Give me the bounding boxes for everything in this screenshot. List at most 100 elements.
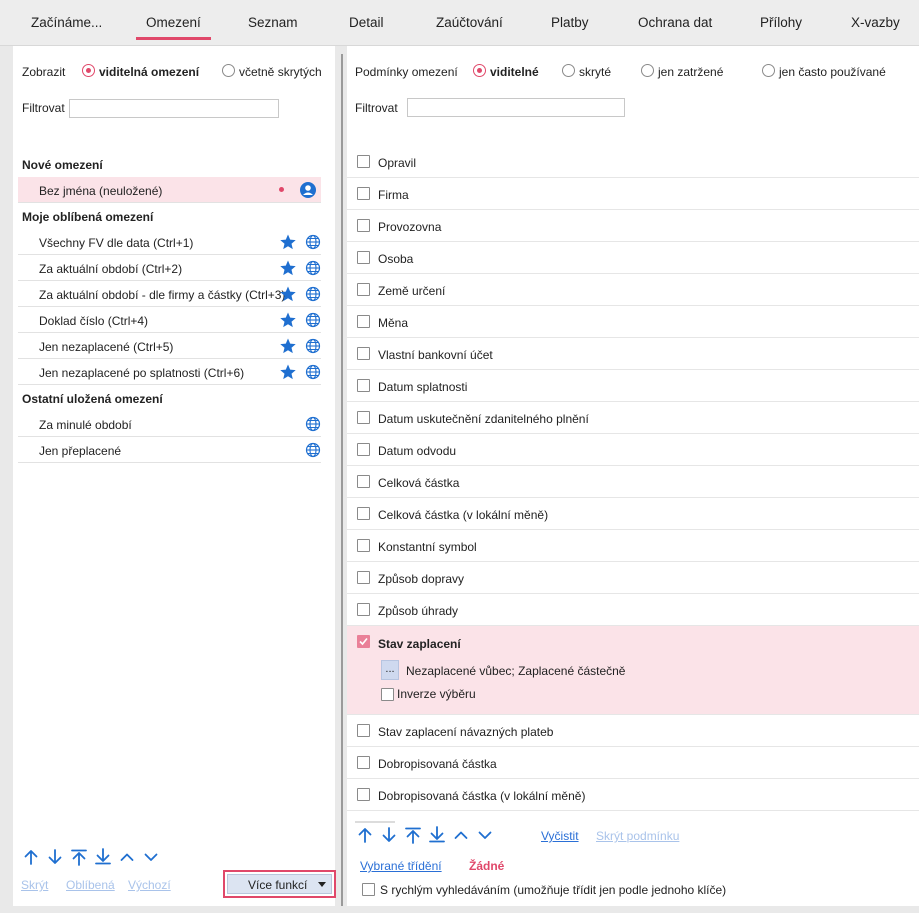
condition-checkbox[interactable]	[357, 507, 370, 520]
condition-checkbox[interactable]	[357, 571, 370, 584]
condition-checkbox[interactable]	[357, 539, 370, 552]
favorite-filter-item[interactable]: Jen nezaplacené (Ctrl+5)	[18, 333, 321, 359]
clear-button[interactable]: Vyčistit	[541, 829, 579, 843]
cond-checked-label[interactable]: jen zatržené	[658, 65, 723, 79]
other-filter-item[interactable]: Jen přeplacené	[18, 437, 321, 463]
condition-row[interactable]: Datum splatnosti	[347, 370, 919, 402]
condition-row[interactable]: Způsob dopravy	[347, 562, 919, 594]
tab-ochrana-dat[interactable]: Ochrana dat	[638, 15, 712, 30]
filter-input[interactable]	[69, 99, 279, 118]
cond-checked-radio[interactable]	[641, 64, 654, 77]
tab-detail[interactable]: Detail	[349, 15, 384, 30]
move-down-arrow-icon[interactable]	[380, 826, 398, 844]
condition-row[interactable]: Osoba	[347, 242, 919, 274]
default-button[interactable]: Výchozí	[128, 878, 171, 892]
condition-row[interactable]: Dobropisovaná částka	[347, 747, 919, 779]
show-visible-label[interactable]: viditelná omezení	[99, 65, 199, 79]
hide-button[interactable]: Skrýt	[21, 878, 48, 892]
list-item-unsaved[interactable]: Bez jména (neuložené)	[18, 177, 321, 203]
cond-hidden-label[interactable]: skryté	[579, 65, 611, 79]
globe-icon[interactable]	[304, 285, 322, 303]
condition-row[interactable]: Datum uskutečnění zdanitelného plnění	[347, 402, 919, 434]
favorite-filter-item[interactable]: Doklad číslo (Ctrl+4)	[18, 307, 321, 333]
condition-row[interactable]: Datum odvodu	[347, 434, 919, 466]
favorite-star-icon[interactable]	[279, 259, 297, 277]
globe-icon[interactable]	[304, 415, 322, 433]
other-filter-item[interactable]: Za minulé období	[18, 411, 321, 437]
hide-condition-button[interactable]: Skrýt podmínku	[596, 829, 679, 843]
globe-icon[interactable]	[304, 441, 322, 459]
move-down-arrow-icon[interactable]	[46, 848, 64, 866]
panel-splitter[interactable]	[341, 54, 343, 906]
condition-row[interactable]: Vlastní bankovní účet	[347, 338, 919, 370]
show-visible-radio[interactable]	[82, 64, 95, 77]
tab-zaciname[interactable]: Začínáme...	[31, 15, 102, 30]
condition-row[interactable]: Opravil	[347, 146, 919, 178]
tab-platby[interactable]: Platby	[551, 15, 589, 30]
favorite-filter-item[interactable]: Všechny FV dle data (Ctrl+1)	[18, 229, 321, 255]
cond-visible-label[interactable]: viditelné	[490, 65, 539, 79]
show-hidden-label[interactable]: včetně skrytých	[239, 65, 322, 79]
condition-checkbox[interactable]	[357, 347, 370, 360]
globe-icon[interactable]	[304, 233, 322, 251]
condition-row[interactable]: Celková částka (v lokální měně)	[347, 498, 919, 530]
condition-checkbox[interactable]	[357, 155, 370, 168]
condition-checkbox[interactable]	[357, 187, 370, 200]
condition-checkbox[interactable]	[357, 411, 370, 424]
chevron-down-icon[interactable]	[142, 848, 160, 866]
globe-icon[interactable]	[304, 259, 322, 277]
condition-row[interactable]: Stav zaplacení návazných plateb	[347, 715, 919, 747]
cond-frequent-label[interactable]: jen často používané	[779, 65, 886, 79]
favorite-star-icon[interactable]	[279, 337, 297, 355]
condition-row[interactable]: Země určení	[347, 274, 919, 306]
cond-filter-input[interactable]	[407, 98, 625, 117]
condition-checkbox[interactable]	[357, 756, 370, 769]
move-top-arrow-icon[interactable]	[404, 826, 422, 844]
condition-row[interactable]: Provozovna	[347, 210, 919, 242]
cond-frequent-radio[interactable]	[762, 64, 775, 77]
cond-visible-radio[interactable]	[473, 64, 486, 77]
condition-row[interactable]: Dobropisovaná částka (v lokální měně)	[347, 779, 919, 811]
move-bottom-arrow-icon[interactable]	[94, 848, 112, 866]
move-up-arrow-icon[interactable]	[22, 848, 40, 866]
chevron-up-icon[interactable]	[118, 848, 136, 866]
move-top-arrow-icon[interactable]	[70, 848, 88, 866]
move-bottom-arrow-icon[interactable]	[428, 826, 446, 844]
tab-zauctovani[interactable]: Zaúčtování	[436, 15, 503, 30]
favorite-star-icon[interactable]	[279, 285, 297, 303]
tab-seznam[interactable]: Seznam	[248, 15, 298, 30]
condition-row[interactable]: Celková částka	[347, 466, 919, 498]
condition-row[interactable]: Způsob úhrady	[347, 594, 919, 626]
favorite-star-icon[interactable]	[279, 311, 297, 329]
globe-icon[interactable]	[304, 311, 322, 329]
chevron-up-icon[interactable]	[452, 826, 470, 844]
selected-sort-link[interactable]: Vybrané třídění	[360, 859, 442, 873]
user-icon[interactable]	[299, 181, 317, 199]
condition-checkbox[interactable]	[357, 788, 370, 801]
condition-checkbox[interactable]	[357, 603, 370, 616]
move-up-arrow-icon[interactable]	[356, 826, 374, 844]
condition-checkbox[interactable]	[357, 283, 370, 296]
favorite-filter-item[interactable]: Jen nezaplacené po splatnosti (Ctrl+6)	[18, 359, 321, 385]
globe-icon[interactable]	[304, 337, 322, 355]
condition-checkbox[interactable]	[357, 251, 370, 264]
condition-row[interactable]: Firma	[347, 178, 919, 210]
condition-checkbox[interactable]	[357, 443, 370, 456]
favorite-star-icon[interactable]	[279, 233, 297, 251]
condition-checkbox[interactable]	[357, 219, 370, 232]
inverse-checkbox[interactable]	[381, 688, 394, 701]
value-picker-button[interactable]: ...	[381, 660, 399, 680]
condition-active-checkbox[interactable]	[357, 635, 370, 648]
globe-icon[interactable]	[304, 363, 322, 381]
chevron-down-icon[interactable]	[476, 826, 494, 844]
favorite-filter-item[interactable]: Za aktuální období - dle firmy a částky …	[18, 281, 321, 307]
condition-checkbox[interactable]	[357, 475, 370, 488]
tab-prilohy[interactable]: Přílohy	[760, 15, 802, 30]
condition-row[interactable]: Konstantní symbol	[347, 530, 919, 562]
favorite-filter-item[interactable]: Za aktuální období (Ctrl+2)	[18, 255, 321, 281]
quicksearch-checkbox[interactable]	[362, 883, 375, 896]
condition-checkbox[interactable]	[357, 379, 370, 392]
condition-row[interactable]: Měna	[347, 306, 919, 338]
cond-hidden-radio[interactable]	[562, 64, 575, 77]
condition-checkbox[interactable]	[357, 315, 370, 328]
